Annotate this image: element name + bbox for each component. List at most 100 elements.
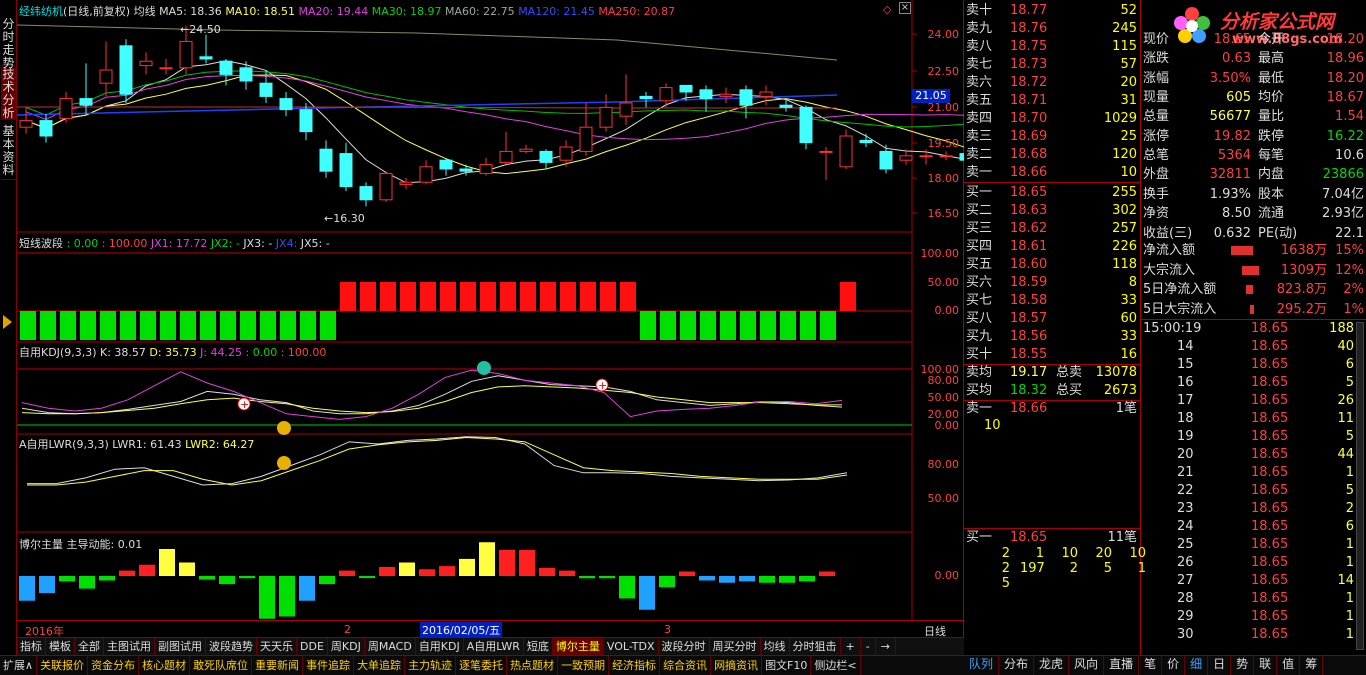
quote-label: 每笔 [1258,147,1285,163]
right-tab[interactable]: 直播 [1104,655,1140,675]
sell-row[interactable]: 卖一 18.66 10 [964,164,1141,182]
wave-bar-down [760,311,776,340]
bottom-toolbar-item[interactable]: 网摘资讯 [711,656,763,675]
indicator-tab[interactable]: 波段分时 [659,638,710,655]
side-tab-intraday[interactable]: 分时走势 [1,18,16,70]
right-tab[interactable]: 龙虎 [1034,655,1070,675]
indicator-tab[interactable]: 周MACD [365,638,416,655]
indicator-tab[interactable]: 分时狙击 [790,638,841,655]
wave-bar-up [460,282,476,311]
indicator-tab[interactable]: 全部 [75,638,104,655]
quote-value: 0.63 [1222,51,1251,67]
bottom-toolbar-item[interactable]: 经济指标 [609,656,661,675]
right-tab[interactable]: 笔 [1139,655,1163,675]
kdj-axis-label: 50.00 [927,391,960,404]
queue-sell-row[interactable]: 卖一 18.66 1笔 [964,400,1141,418]
bottom-toolbar-item[interactable]: 扩展∧ [0,656,38,675]
bottom-toolbar-item[interactable]: 图文F10 [762,656,812,675]
sell-row[interactable]: 卖六 18.72 20 [964,74,1141,92]
right-tab[interactable]: 筹 [1300,655,1324,675]
tick-volume: 14 [1337,573,1354,588]
side-tab-tech-analysis[interactable]: 技术分析 [1,68,16,120]
sell-row[interactable]: 卖九 18.76 245 [964,20,1141,38]
side-tab-basic-info[interactable]: 基本资料 [1,125,16,180]
bottom-toolbar-item[interactable]: 大单追踪 [354,656,406,675]
buy-row[interactable]: 买一 18.65 255 [964,184,1141,202]
indicator-tab[interactable]: 周买分时 [710,638,761,655]
bottom-toolbar-item[interactable]: 核心题材 [139,656,191,675]
sell-row[interactable]: 卖五 18.71 31 [964,92,1141,110]
sell-price: 18.71 [1010,93,1048,108]
right-tab[interactable]: 分布 [999,655,1035,675]
ma-label: 均线 [133,5,156,18]
bottom-toolbar-item[interactable]: 重要新闻 [252,656,304,675]
bottom-toolbar-item[interactable]: 一致预期 [558,656,610,675]
indicator-tab[interactable]: 博尔主量 [552,638,604,655]
right-tab[interactable]: 细 [1185,655,1209,675]
buy-row[interactable]: 买五 18.60 118 [964,256,1141,274]
bottom-toolbar-item[interactable]: 逐笔委托 [456,656,508,675]
buy-row[interactable]: 买四 18.61 226 [964,238,1141,256]
indicator-tab[interactable]: DDE [297,638,328,655]
right-tab[interactable]: 日 [1208,655,1232,675]
sell-row[interactable]: 卖八 18.75 115 [964,38,1141,56]
annotation-low-value: 16.30 [333,212,365,225]
bottom-toolbar-item[interactable]: 事件追踪 [303,656,355,675]
sell-row[interactable]: 卖三 18.69 25 [964,128,1141,146]
indicator-tab[interactable]: 自用KDJ [416,638,464,655]
sell-row[interactable]: 卖十 18.77 52 [964,2,1141,20]
indicator-tab[interactable]: 均线 [761,638,790,655]
indicator-tab[interactable]: 天天乐 [257,638,297,655]
queue-buy-row[interactable]: 买一 18.65 11笔 [964,529,1141,547]
buy-row[interactable]: 买十 18.55 16 [964,346,1141,364]
tab-control-button[interactable]: - [861,638,876,655]
bottom-toolbar-item[interactable]: 侧边栏< [811,656,861,675]
indicator-tab[interactable]: 主图试用 [104,638,155,655]
sell-row[interactable]: 卖二 18.68 120 [964,146,1141,164]
buy-row[interactable]: 买六 18.59 8 [964,274,1141,292]
indicator-tab[interactable]: 指标 [17,638,46,655]
indicator-tab[interactable]: 周KDJ [328,638,365,655]
tab-control-button[interactable]: → [876,638,896,655]
bottom-toolbar-item[interactable]: 关联报价 [37,656,89,675]
bottom-toolbar-item[interactable]: 资金分布 [88,656,140,675]
bottom-toolbar-item[interactable]: 热点题材 [507,656,559,675]
tab-control-button[interactable]: + [841,638,861,655]
queue-buy-vol: 20 [1095,546,1112,561]
buy-row[interactable]: 买九 18.56 33 [964,328,1141,346]
kline-chart-area[interactable]: + + 经纬纺机(日线,前复权) 均线 MA5: 18.36 MA10: 18.5… [17,0,964,638]
buy-row[interactable]: 买八 18.57 60 [964,310,1141,328]
quote-panel: 现价 18.65 今开 18.20 涨跌 0.63 最高 18.96 涨幅 3.50% 最低 18.2… [1141,0,1366,320]
right-tab[interactable]: 势 [1231,655,1255,675]
bottom-toolbar-item[interactable]: 综合资讯 [660,656,712,675]
stock-name[interactable]: 经纬纺机 [19,5,63,18]
bottom-toolbar-item[interactable]: 敢死队席位 [190,656,253,675]
diamond-icon[interactable]: ◇ [883,3,891,16]
right-tab[interactable]: 风向 [1069,655,1105,675]
close-icon[interactable]: × [899,2,911,14]
bottom-toolbar-item[interactable]: 主力轨迹 [405,656,457,675]
buy-label: 买十 [966,347,993,362]
buy-row[interactable]: 买二 18.63 302 [964,202,1141,220]
indicator-tab[interactable]: 副图试用 [155,638,206,655]
quote-label: PE(动) [1258,225,1298,241]
tick-row: 25 18.65 1 [1141,536,1366,554]
buy-label: 买一 [966,185,993,200]
indicator-tab[interactable]: VOL-TDX [604,638,659,655]
sell-label: 卖九 [966,21,993,36]
boer-bar [739,576,755,582]
right-tab[interactable]: 联 [1254,655,1278,675]
collapse-arrow-icon[interactable] [3,315,12,329]
indicator-tab[interactable]: 波段趋势 [206,638,257,655]
right-tab[interactable]: 价 [1162,655,1186,675]
indicator-tab[interactable]: A自用LWR [464,638,524,655]
indicator-tab[interactable]: 模板 [46,638,75,655]
quote-row: 总笔 5364 每笔 10.6 [1141,146,1366,166]
right-tab[interactable]: 队列 [964,655,1000,675]
buy-row[interactable]: 买三 18.62 257 [964,220,1141,238]
buy-row[interactable]: 买七 18.58 33 [964,292,1141,310]
indicator-tab[interactable]: 短底 [524,638,553,655]
sell-row[interactable]: 卖七 18.73 57 [964,56,1141,74]
sell-row[interactable]: 卖四 18.70 1029 [964,110,1141,128]
right-tab[interactable]: 值 [1277,655,1301,675]
